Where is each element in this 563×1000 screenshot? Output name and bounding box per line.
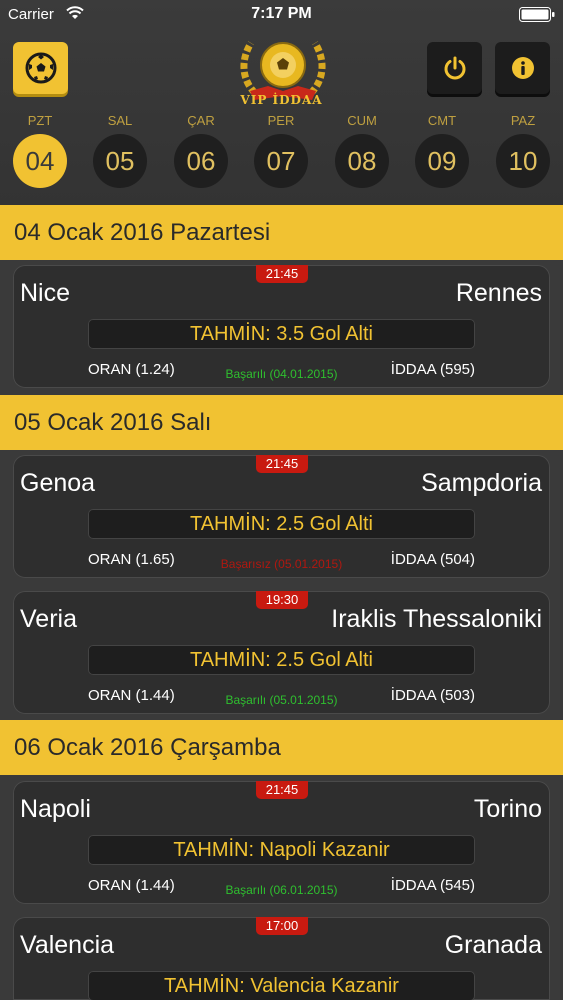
day-number: 04 bbox=[13, 134, 67, 188]
prediction-box: TAHMİN: 2.5 Gol Alti bbox=[88, 509, 475, 539]
day-selector: PZT 04 SAL 05 ÇAR 06 PER 07 CUM 08 CMT 0… bbox=[0, 113, 563, 203]
day-tab-cmt[interactable]: CMT 09 bbox=[412, 113, 472, 188]
home-team: Napoli bbox=[20, 795, 91, 823]
top-bar: Carrier 7:17 PM VIP İDDAA PZT 04 SAL 05 … bbox=[0, 0, 563, 205]
day-number: 09 bbox=[415, 134, 469, 188]
day-tab-pzt[interactable]: PZT 04 bbox=[10, 113, 70, 188]
home-team: Valencia bbox=[20, 931, 115, 959]
match-time-badge: 17:00 bbox=[256, 917, 308, 935]
info-button[interactable] bbox=[495, 42, 550, 94]
day-label: CMT bbox=[427, 113, 457, 128]
match-time-badge: 21:45 bbox=[256, 455, 308, 473]
away-team: Iraklis Thessaloniki bbox=[331, 605, 542, 633]
prediction-box: TAHMİN: 2.5 Gol Alti bbox=[88, 645, 475, 675]
match-card[interactable]: 19:30 Veria Iraklis Thessaloniki TAHMİN:… bbox=[13, 591, 550, 714]
status-bar: Carrier 7:17 PM bbox=[0, 0, 563, 30]
home-team: Veria bbox=[20, 605, 77, 633]
day-number: 06 bbox=[174, 134, 228, 188]
soccer-ball-button[interactable] bbox=[13, 42, 68, 94]
date-header: 05 Ocak 2016 Salı bbox=[0, 395, 563, 450]
match-card[interactable]: 21:45 Napoli Torino TAHMİN: Napoli Kazan… bbox=[13, 781, 550, 904]
day-tab-cum[interactable]: CUM 08 bbox=[332, 113, 392, 188]
day-label: SAL bbox=[107, 113, 133, 128]
date-header: 06 Ocak 2016 Çarşamba bbox=[0, 720, 563, 775]
match-card[interactable]: 21:45 Genoa Sampdoria TAHMİN: 2.5 Gol Al… bbox=[13, 455, 550, 578]
date-header: 04 Ocak 2016 Pazartesi bbox=[0, 205, 563, 260]
prediction-box: TAHMİN: Valencia Kazanir bbox=[88, 971, 475, 1000]
match-time-badge: 21:45 bbox=[256, 265, 308, 283]
away-team: Torino bbox=[473, 795, 542, 823]
iddaa-code: İDDAA (504) bbox=[390, 551, 475, 568]
day-label: ÇAR bbox=[187, 113, 215, 128]
home-team: Genoa bbox=[20, 469, 96, 497]
match-card[interactable]: 17:00 Valencia Granada TAHMİN: Valencia … bbox=[13, 917, 550, 1000]
day-label: PZT bbox=[27, 113, 53, 128]
away-team: Granada bbox=[444, 931, 542, 959]
day-label: PER bbox=[267, 113, 295, 128]
day-number: 07 bbox=[254, 134, 308, 188]
home-team: Nice bbox=[20, 279, 71, 307]
day-number: 10 bbox=[496, 134, 550, 188]
soccer-ball-icon bbox=[25, 52, 56, 84]
away-team: Rennes bbox=[455, 279, 542, 307]
away-team: Sampdoria bbox=[421, 469, 542, 497]
day-number: 08 bbox=[335, 134, 389, 188]
match-time-badge: 19:30 bbox=[256, 591, 308, 609]
iddaa-code: İDDAA (503) bbox=[390, 687, 475, 704]
day-tab-per[interactable]: PER 07 bbox=[251, 113, 311, 188]
prediction-box: TAHMİN: Napoli Kazanir bbox=[88, 835, 475, 865]
app-title: VIP İDDAA bbox=[240, 93, 323, 107]
iddaa-code: İDDAA (545) bbox=[390, 877, 475, 894]
battery-icon bbox=[519, 7, 555, 22]
power-icon bbox=[444, 56, 465, 80]
match-card[interactable]: 21:45 Nice Rennes TAHMİN: 3.5 Gol Alti O… bbox=[13, 265, 550, 388]
day-label: CUM bbox=[347, 113, 377, 128]
match-time-badge: 21:45 bbox=[256, 781, 308, 799]
info-icon bbox=[511, 57, 534, 79]
day-label: PAZ bbox=[510, 113, 536, 128]
day-number: 05 bbox=[93, 134, 147, 188]
day-tab-sal[interactable]: SAL 05 bbox=[90, 113, 150, 188]
power-button[interactable] bbox=[427, 42, 482, 94]
status-time: 7:17 PM bbox=[251, 5, 312, 22]
day-tab-paz[interactable]: PAZ 10 bbox=[493, 113, 553, 188]
day-tab-car[interactable]: ÇAR 06 bbox=[171, 113, 231, 188]
iddaa-code: İDDAA (595) bbox=[390, 361, 475, 378]
prediction-box: TAHMİN: 3.5 Gol Alti bbox=[88, 319, 475, 349]
